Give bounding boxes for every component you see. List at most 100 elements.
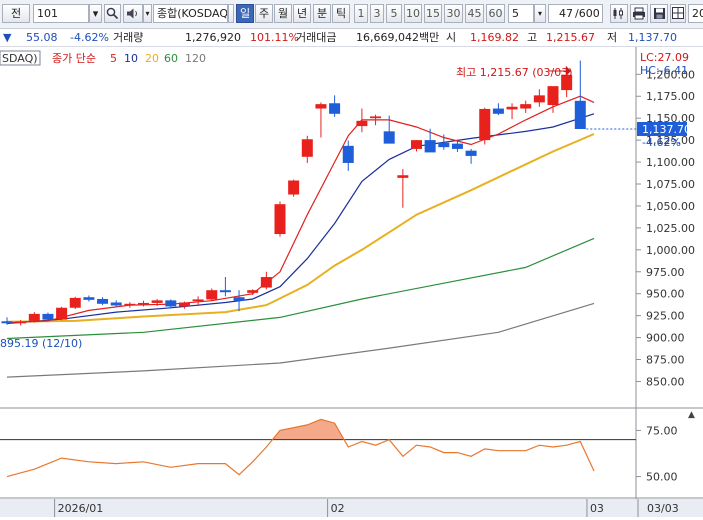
change-value: 55.08 <box>26 31 58 44</box>
count-total: /600 <box>575 4 603 23</box>
interval-1-button[interactable]: 1 <box>354 4 368 23</box>
lc-label: LC:27.09 <box>640 51 689 64</box>
candle-body <box>233 297 245 301</box>
min-annotation: 895.19 (12/10) <box>0 337 82 350</box>
candle <box>56 306 68 321</box>
amount-value: 16,669,042백만 <box>356 31 440 44</box>
y-tick-label: 1,100.00 <box>646 156 695 169</box>
high-value: 1,215.67 <box>546 31 595 44</box>
rsi-overbought-fill <box>272 419 345 440</box>
tab-minute[interactable]: 분 <box>313 4 331 23</box>
candle-body <box>260 277 272 288</box>
name-field[interactable]: 종합(KOSDAQ) <box>153 4 228 23</box>
rsi-panel: 75.00 50.00 <box>0 418 678 484</box>
chart-name: SDAQ) <box>2 52 38 65</box>
candle-body <box>42 313 54 320</box>
candle <box>288 179 300 197</box>
print-icon[interactable] <box>630 4 648 23</box>
tab-day[interactable]: 일 <box>236 4 254 23</box>
tab-week[interactable]: 주 <box>255 4 273 23</box>
date-input[interactable]: 20 <box>688 4 703 23</box>
speaker-dropdown-icon[interactable]: ▾ <box>143 4 152 23</box>
search-icon[interactable] <box>104 4 121 23</box>
candle-body <box>15 321 27 324</box>
name-field-edge <box>228 4 234 23</box>
y-tick-label: 1,025.00 <box>646 222 695 235</box>
interval-5-button[interactable]: 5 <box>386 4 402 23</box>
candle-body <box>506 106 518 110</box>
candle-body <box>288 180 300 195</box>
code-dropdown-icon[interactable]: ▾ <box>89 4 102 23</box>
interval-30-button[interactable]: 30 <box>444 4 463 23</box>
candle-body <box>424 140 436 153</box>
current-change: -4.62% <box>642 136 681 149</box>
candle-body <box>110 302 122 306</box>
candle-body <box>533 95 545 103</box>
y-tick-label: 1,050.00 <box>646 200 695 213</box>
volume-ratio: 101.11% <box>250 31 299 44</box>
interval-10-button[interactable]: 10 <box>404 4 422 23</box>
candle <box>206 288 218 301</box>
candle-body <box>370 116 382 119</box>
candle-body <box>301 139 313 157</box>
legend-ma60: 60 <box>164 52 178 65</box>
candle-body <box>206 290 218 300</box>
candle-body <box>56 307 68 320</box>
interval-60-button[interactable]: 60 <box>486 4 505 23</box>
interval-15-button[interactable]: 15 <box>424 4 442 23</box>
y-tick-label: 875.00 <box>646 354 685 367</box>
candle-body <box>165 300 177 307</box>
candle-body <box>151 300 163 303</box>
scroll-up-icon[interactable]: ▲ <box>688 410 695 420</box>
candle-body <box>411 140 422 149</box>
interval-45-button[interactable]: 45 <box>465 4 484 23</box>
interval-dropdown-icon[interactable]: ▾ <box>534 4 546 23</box>
tab-month[interactable]: 월 <box>274 4 292 23</box>
open-value: 1,169.82 <box>470 31 519 44</box>
down-arrow-icon: ▼ <box>3 31 12 44</box>
tab-tick[interactable]: 틱 <box>332 4 350 23</box>
chart-area[interactable]: 75.00 50.00 1,200.00 1,175.00 1,150.00 1,125… <box>0 47 703 517</box>
candle-body <box>342 145 354 163</box>
count-input[interactable]: 47 <box>548 4 576 23</box>
low-label: 저 <box>607 31 618 44</box>
candle-body <box>315 104 327 109</box>
max-annotation: 최고 1,215.67 (03/03) <box>456 66 573 79</box>
rsi-tick-label: 50.00 <box>646 471 678 484</box>
candle-body <box>1 321 13 324</box>
tab-year[interactable]: 년 <box>293 4 311 23</box>
interval-3-button[interactable]: 3 <box>370 4 384 23</box>
speaker-icon[interactable] <box>123 4 143 23</box>
legend-prefix: 종가 단순 <box>52 52 96 65</box>
grid-icon[interactable] <box>670 4 686 23</box>
open-label: 시 <box>446 31 457 44</box>
interval-input[interactable]: 5 <box>508 4 534 23</box>
indicator-settings-icon[interactable] <box>610 4 628 23</box>
y-axis: 1,200.001,175.001,150.001,125.001,100.00… <box>636 68 695 388</box>
prefix-button[interactable]: 전 <box>2 4 30 23</box>
candle-body <box>97 298 109 304</box>
save-icon[interactable] <box>650 4 668 23</box>
candle-body <box>138 302 149 305</box>
candle-body <box>438 142 450 148</box>
candle-body <box>124 303 136 306</box>
y-tick-label: 1,075.00 <box>646 178 695 191</box>
candle-body <box>465 150 477 156</box>
candle-body <box>383 131 395 144</box>
volume-label: 거래량 <box>113 31 144 44</box>
candle-body <box>479 108 491 141</box>
candle-body <box>274 204 286 235</box>
amount-label: 거래대금 <box>296 31 337 44</box>
candle-body <box>69 297 81 308</box>
candle-body <box>451 143 463 149</box>
quote-bar: ▼ 55.08 -4.62% 거래량 1,276,920 101.11% 거래대… <box>0 29 703 47</box>
candlestick-chart[interactable]: 75.00 50.00 1,200.001,175.001,150.001,125… <box>0 47 703 517</box>
x-axis-label: 02 <box>331 502 345 515</box>
candle-body <box>219 290 231 293</box>
candle-body <box>192 299 204 302</box>
code-input[interactable]: 101 <box>33 4 89 23</box>
toolbar: 전 101 ▾ ▾ 종합(KOSDAQ) 일 주 월 년 분 틱 1 3 5 1… <box>0 0 703 29</box>
candle-body <box>83 297 95 300</box>
hc-label: HC:-6.41 <box>640 64 688 77</box>
date-box: 03/03 <box>647 502 679 515</box>
